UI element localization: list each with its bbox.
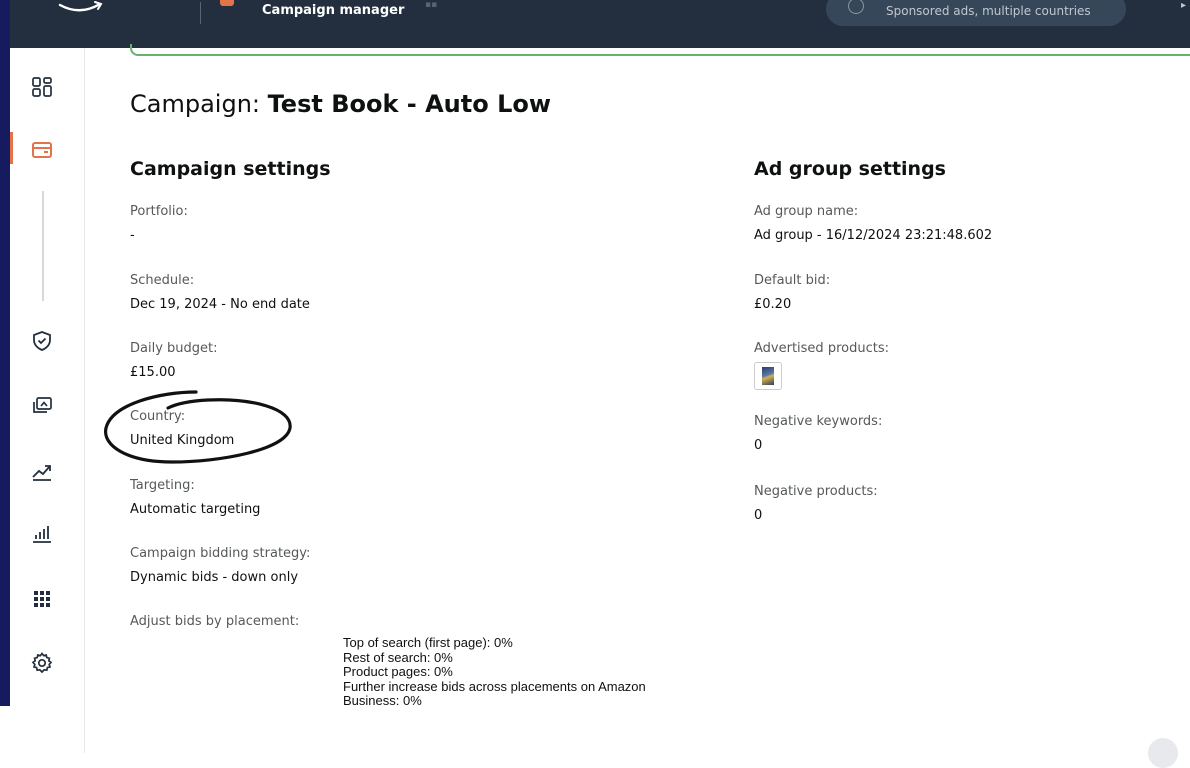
top-navigation-bar: Campaign manager ▪▪ Sponsored ads, multi… [10, 0, 1190, 48]
placement-label: Adjust bids by placement: [130, 614, 300, 629]
expand-arrow-icon[interactable]: ▸ [1181, 0, 1186, 11]
account-selector[interactable]: Sponsored ads, multiple countries [826, 0, 1126, 26]
placement-amazon-business-line2: Business: 0% [343, 693, 422, 708]
globe-icon [848, 0, 864, 14]
daily-budget-value: £15.00 [130, 365, 176, 380]
placement-product-pages: Product pages: 0% [343, 664, 453, 679]
ad-group-name-value: Ad group - 16/12/2024 23:21:48.602 [754, 228, 993, 243]
app-title[interactable]: Campaign manager [262, 3, 404, 18]
campaign-manager-icon [220, 0, 234, 6]
account-selector-label: Sponsored ads, multiple countries [886, 4, 1091, 18]
app-menu-chevron-icon[interactable]: ▪▪ [425, 0, 437, 10]
bidding-strategy-label: Campaign bidding strategy: [130, 546, 311, 561]
schedule-value: Dec 19, 2024 - No end date [130, 297, 310, 312]
placement-rest-of-search: Rest of search: 0% [343, 649, 453, 665]
trend-up-icon[interactable] [30, 459, 54, 483]
annotation-circle [104, 390, 292, 464]
default-bid-value: £0.20 [754, 297, 792, 312]
placement-adjustments: Top of search (first page): 0% Rest of s… [343, 635, 753, 709]
window-edge-gap [0, 706, 10, 753]
topbar-divider [200, 2, 201, 24]
sidebar [10, 48, 85, 753]
negative-keywords-label: Negative keywords: [754, 414, 883, 429]
apps-grid-icon[interactable] [30, 587, 54, 611]
ad-group-settings-heading: Ad group settings [754, 158, 946, 180]
campaign-settings-heading: Campaign settings [130, 158, 331, 180]
floating-action-button[interactable] [1148, 738, 1178, 768]
page-header-accent [130, 44, 1190, 56]
media-icon[interactable] [30, 394, 54, 418]
schedule-label: Schedule: [130, 273, 195, 288]
targeting-label: Targeting: [130, 478, 195, 493]
dashboard-icon[interactable] [30, 75, 54, 99]
bidding-strategy-value: Dynamic bids - down only [130, 570, 299, 585]
wallet-icon[interactable] [30, 138, 54, 162]
ad-group-name-label: Ad group name: [754, 204, 859, 219]
advertised-product-thumbnail[interactable] [754, 362, 782, 390]
portfolio-label: Portfolio: [130, 204, 188, 219]
campaign-name: Test Book - Auto Low [267, 90, 552, 118]
portfolio-value: - [130, 228, 135, 243]
window-edge [0, 0, 10, 753]
placement-amazon-business-line1: Further increase bids across placements … [343, 678, 646, 694]
placement-top-of-search: Top of search (first page): 0% [343, 635, 513, 650]
default-bid-label: Default bid: [754, 273, 831, 288]
negative-keywords-value: 0 [754, 438, 763, 453]
advertised-products-label: Advertised products: [754, 341, 889, 356]
sidebar-divider [42, 191, 44, 301]
page-title-prefix: Campaign: [130, 90, 268, 118]
gear-icon[interactable] [30, 651, 54, 675]
bar-chart-icon[interactable] [30, 522, 54, 546]
daily-budget-label: Daily budget: [130, 341, 218, 356]
page-title: Campaign: Test Book - Auto Low [130, 90, 551, 118]
targeting-value: Automatic targeting [130, 502, 261, 517]
sidebar-active-indicator [10, 132, 13, 164]
shield-icon[interactable] [30, 329, 54, 353]
amazon-logo-icon[interactable] [58, 0, 104, 16]
book-cover-image [762, 367, 774, 385]
negative-products-label: Negative products: [754, 484, 878, 499]
negative-products-value: 0 [754, 508, 763, 523]
